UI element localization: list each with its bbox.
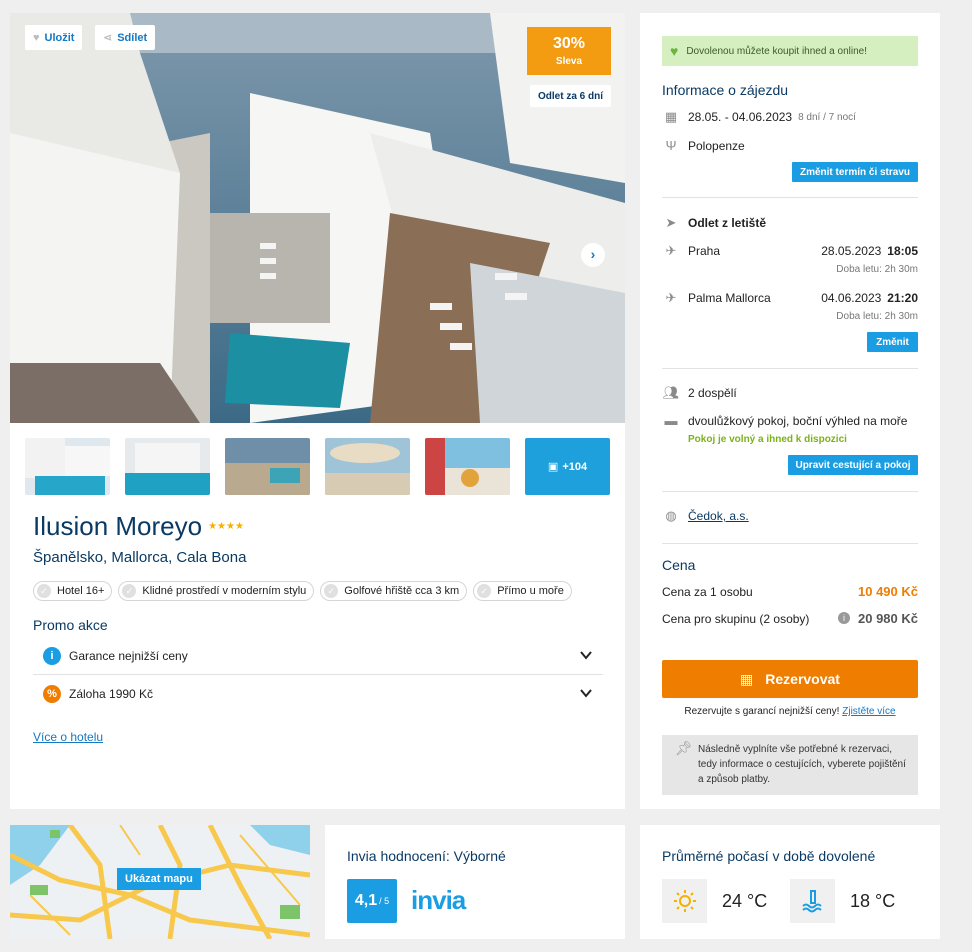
promo-deposit[interactable]: % Záloha 1990 Kč [33,675,603,713]
show-map-button[interactable]: Ukázat mapu [117,868,201,890]
calendar-icon: ▦ [664,109,678,124]
hotel-card: ♥ Uložit ⋖ Sdílet 30% Sleva Odlet za 6 d… [10,13,625,809]
heart-icon: ♥ [670,43,679,59]
divider [662,197,918,198]
share-button[interactable]: ⋖ Sdílet [95,25,156,50]
thumbnail[interactable] [225,438,310,495]
air-temperature: 24 °C [722,891,768,911]
change-term-button[interactable]: Změnit termín či stravu [792,162,918,182]
reserve-button[interactable]: ▦ Rezervovat [662,660,918,698]
hotel-location: Španělsko, Mallorca, Cala Bona [33,549,247,566]
thumbnail[interactable] [325,438,410,495]
bed-icon: ▬ [664,413,678,428]
edit-travelers-button[interactable]: Upravit cestující a pokoj [788,455,918,475]
tag: ✓ Přímo u moře [473,581,572,601]
gallery-icon: ▣ [547,461,559,473]
hotel-tags: ✓ Hotel 16+ ✓ Klidné prostředí v moderním … [33,581,572,601]
map-preview[interactable]: Ukázat mapu [10,825,310,939]
photo-thumbnails: ▣ +104 [25,438,610,495]
tag: ✓ Klidné prostředí v moderním stylu [118,581,315,601]
tag: ✓ Golfové hřiště cca 3 km [320,581,468,601]
chevron-right-icon: › [590,246,596,262]
thumbnail[interactable] [125,438,210,495]
room-status: Pokoj je volný a ihned k dispozici [688,434,847,445]
percent-icon: % [43,685,61,703]
info-icon[interactable]: i [838,612,850,624]
price-title: Cena [662,557,696,573]
next-photo-button[interactable]: › [581,243,605,267]
promo-lowest-price[interactable]: i Garance nejnižší ceny [33,637,603,675]
flight-return-time: 04.06.2023 21:20 [821,291,918,305]
thumbnail[interactable] [25,438,110,495]
navigation-icon: ➤ [665,215,677,230]
room-type: ▬ dvoulůžkový pokoj, boční výhled na moř… [662,413,918,428]
rating-title: Invia hodnocení: Výborné [347,848,506,864]
rating-card: Invia hodnocení: Výborné 4,1/ 5 invia [325,825,625,939]
board-type: Ψ Polopenze [662,138,918,153]
more-photos-button[interactable]: ▣ +104 [525,438,610,495]
availability-banner: ♥ Dovolenou můžete koupit ihned a online… [662,36,918,66]
tag: ✓ Hotel 16+ [33,581,113,601]
thumbnail[interactable] [425,438,510,495]
departure-badge: Odlet za 6 dní [529,85,611,107]
plane-icon: ✈ [665,243,677,258]
water-temperature-icon [790,879,835,923]
flight-outbound-time: 28.05.2023 18:05 [821,244,918,258]
invia-logo: invia [411,885,466,915]
tour-operator: ◍ Čedok, a.s. [662,508,918,524]
sun-icon [662,879,707,923]
price-group: 20 980 Kč [858,611,918,626]
plane-icon: ✈ [665,290,677,305]
calendar-icon: ▦ [740,670,754,687]
price-per-person: 10 490 Kč [858,584,918,599]
departure-title: ➤ Odlet z letiště [662,215,918,231]
hotel-title: Ilusion Moreyo ★★★★ [33,511,244,541]
divider [662,368,918,369]
chevron-down-icon [580,689,592,698]
check-icon: ✓ [37,584,51,598]
weather-card: Průměrné počasí v době dovolené 24 °C 18… [640,825,940,939]
check-icon: ✓ [477,584,492,598]
price-group-label: Cena pro skupinu (2 osoby) [662,612,810,626]
globe-icon: ◍ [665,508,677,523]
operator-link[interactable]: Čedok, a.s. [688,509,749,523]
flight-outbound-duration: Doba letu: 2h 30m [836,264,918,275]
hero-photo[interactable]: ♥ Uložit ⋖ Sdílet 30% Sleva Odlet za 6 d… [10,13,625,423]
cutlery-icon: Ψ [665,138,677,153]
booking-sidebar: ♥ Dovolenou můžete koupit ihned a online… [640,13,940,809]
star-rating: ★★★★ [208,521,244,532]
trip-dates: ▦ 28.05. - 04.06.2023 8 dní / 7 nocí [662,109,918,125]
pin-icon: 📌︎ [675,740,693,756]
info-icon: i [43,646,61,665]
promo-title: Promo akce [33,617,108,633]
check-icon: ✓ [122,584,137,598]
trip-info-title: Informace o zájezdu [662,82,789,98]
weather-title: Průměrné počasí v době dovolené [662,848,876,864]
learn-more-link[interactable]: Zjistěte více [842,706,895,717]
flight-return-duration: Doba letu: 2h 30m [836,311,918,322]
save-button[interactable]: ♥ Uložit [25,25,83,50]
users-icon: 👥︎ [662,385,680,400]
chevron-down-icon [580,651,592,660]
change-flight-button[interactable]: Změnit [867,332,918,352]
more-about-hotel-link[interactable]: Více o hotelu [33,730,103,744]
rating-score: 4,1/ 5 [347,879,397,923]
travelers: 👥︎ 2 dospělí [662,385,737,400]
divider [662,491,918,492]
divider [662,543,918,544]
discount-badge: 30% Sleva [527,27,611,75]
check-icon: ✓ [324,584,339,598]
share-icon: ⋖ [103,32,113,44]
next-steps-note: 📌︎ Následně vyplníte vše potřebné k reze… [662,735,918,795]
guarantee-note: Rezervujte s garancí nejnižší ceny! Zjis… [684,706,896,717]
heart-icon: ♥ [33,31,40,44]
price-per-person-label: Cena za 1 osobu [662,585,753,599]
water-temperature: 18 °C [850,891,896,911]
